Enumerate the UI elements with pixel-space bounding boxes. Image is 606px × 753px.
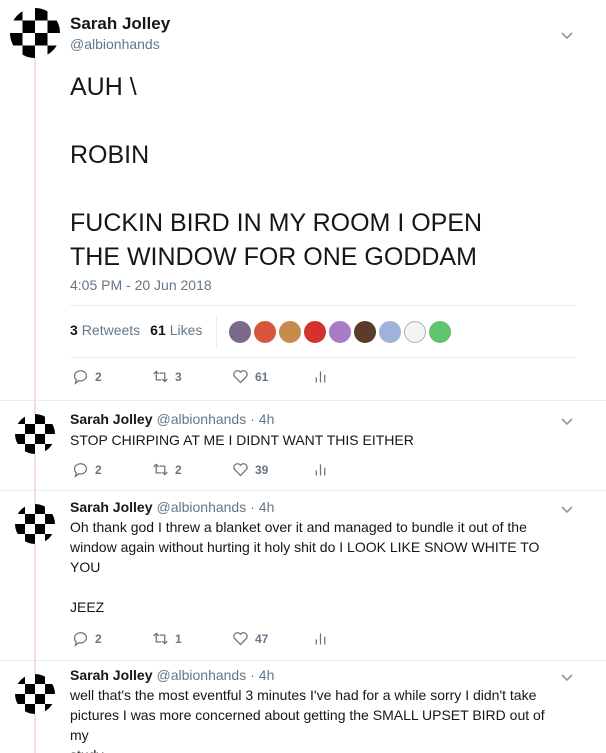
divider	[70, 357, 576, 358]
reply-header: Sarah Jolley @albionhands · 4h	[70, 411, 274, 427]
reply-text: Oh thank god I threw a blanket over it a…	[70, 519, 540, 615]
tweet-timestamp[interactable]: 4:05 PM - 20 Jun 2018	[70, 277, 212, 293]
retweet-button[interactable]: 2	[152, 461, 232, 478]
analytics-button[interactable]	[312, 461, 392, 478]
retweet-button[interactable]: 3	[152, 368, 232, 385]
avatar[interactable]	[15, 414, 55, 454]
chevron-down-icon[interactable]	[560, 502, 574, 516]
chevron-down-icon[interactable]	[560, 414, 574, 428]
retweet-icon	[153, 463, 168, 476]
tweet-actions: 2 3 61	[72, 368, 392, 385]
reply-button[interactable]: 2	[72, 630, 152, 647]
author-name[interactable]: Sarah Jolley	[70, 411, 153, 427]
reply-text: well that's the most eventful 3 minutes …	[70, 687, 545, 753]
chevron-down-icon[interactable]	[560, 28, 574, 42]
author-handle[interactable]: @albionhands	[157, 499, 247, 515]
liker-avatar[interactable]	[302, 319, 328, 345]
checker-avatar-icon	[15, 674, 55, 714]
liker-avatar[interactable]	[327, 319, 353, 345]
reply-button[interactable]: 2	[72, 368, 152, 385]
liker-avatar[interactable]	[352, 319, 378, 345]
reply-button[interactable]: 2	[72, 461, 152, 478]
reply-time[interactable]: · 4h	[250, 667, 274, 683]
tweet-stats: 3 Retweets 61 Likes	[70, 322, 202, 338]
analytics-button[interactable]	[312, 630, 392, 647]
liker-avatars	[216, 316, 453, 348]
checker-avatar-icon	[10, 8, 60, 58]
author-handle[interactable]: @albionhands	[157, 667, 247, 683]
retweet-icon	[153, 370, 168, 383]
liker-avatar[interactable]	[402, 319, 428, 345]
reply-actions: 2 1 47	[72, 630, 392, 647]
reply-icon	[73, 632, 88, 647]
reply-icon	[73, 463, 88, 478]
reply-text: STOP CHIRPING AT ME I DIDNT WANT THIS EI…	[70, 432, 414, 448]
like-button[interactable]: 47	[232, 630, 312, 647]
reply-actions: 2 2 39	[72, 461, 392, 478]
author-handle[interactable]: @albionhands	[70, 36, 160, 52]
thread-line	[34, 58, 36, 753]
heart-icon	[233, 463, 248, 477]
retweet-stat[interactable]: 3 Retweets	[70, 322, 140, 338]
author-name[interactable]: Sarah Jolley	[70, 14, 170, 34]
author-handle[interactable]: @albionhands	[157, 411, 247, 427]
checker-avatar-icon	[15, 414, 55, 454]
avatar[interactable]	[15, 504, 55, 544]
like-button[interactable]: 61	[232, 368, 312, 385]
liker-avatar[interactable]	[377, 319, 403, 345]
like-stat[interactable]: 61 Likes	[150, 322, 202, 338]
analytics-icon	[315, 464, 326, 476]
liker-avatar[interactable]	[427, 319, 453, 345]
liker-avatar[interactable]	[277, 319, 303, 345]
divider	[0, 660, 606, 661]
liker-avatar[interactable]	[227, 319, 253, 345]
author-name[interactable]: Sarah Jolley	[70, 499, 153, 515]
reply-header: Sarah Jolley @albionhands · 4h	[70, 499, 274, 515]
reply-icon	[73, 370, 88, 385]
analytics-icon	[315, 633, 326, 645]
retweet-button[interactable]: 1	[152, 630, 232, 647]
liker-avatar[interactable]	[252, 319, 278, 345]
analytics-button[interactable]	[312, 368, 392, 385]
reply-time[interactable]: · 4h	[250, 411, 274, 427]
divider	[0, 400, 606, 401]
reply-time[interactable]: · 4h	[250, 499, 274, 515]
tweet-text: AUH \ ROBIN FUCKIN BIRD IN MY ROOM I OPE…	[70, 73, 483, 271]
retweet-icon	[153, 632, 168, 645]
avatar[interactable]	[15, 674, 55, 714]
heart-icon	[233, 632, 248, 646]
author-name[interactable]: Sarah Jolley	[70, 667, 153, 683]
analytics-icon	[315, 371, 326, 383]
reply-header: Sarah Jolley @albionhands · 4h	[70, 667, 274, 683]
divider	[0, 490, 606, 491]
like-button[interactable]: 39	[232, 461, 312, 478]
checker-avatar-icon	[15, 504, 55, 544]
divider	[70, 305, 576, 306]
chevron-down-icon[interactable]	[560, 670, 574, 684]
heart-icon	[233, 370, 248, 384]
avatar[interactable]	[10, 8, 60, 58]
